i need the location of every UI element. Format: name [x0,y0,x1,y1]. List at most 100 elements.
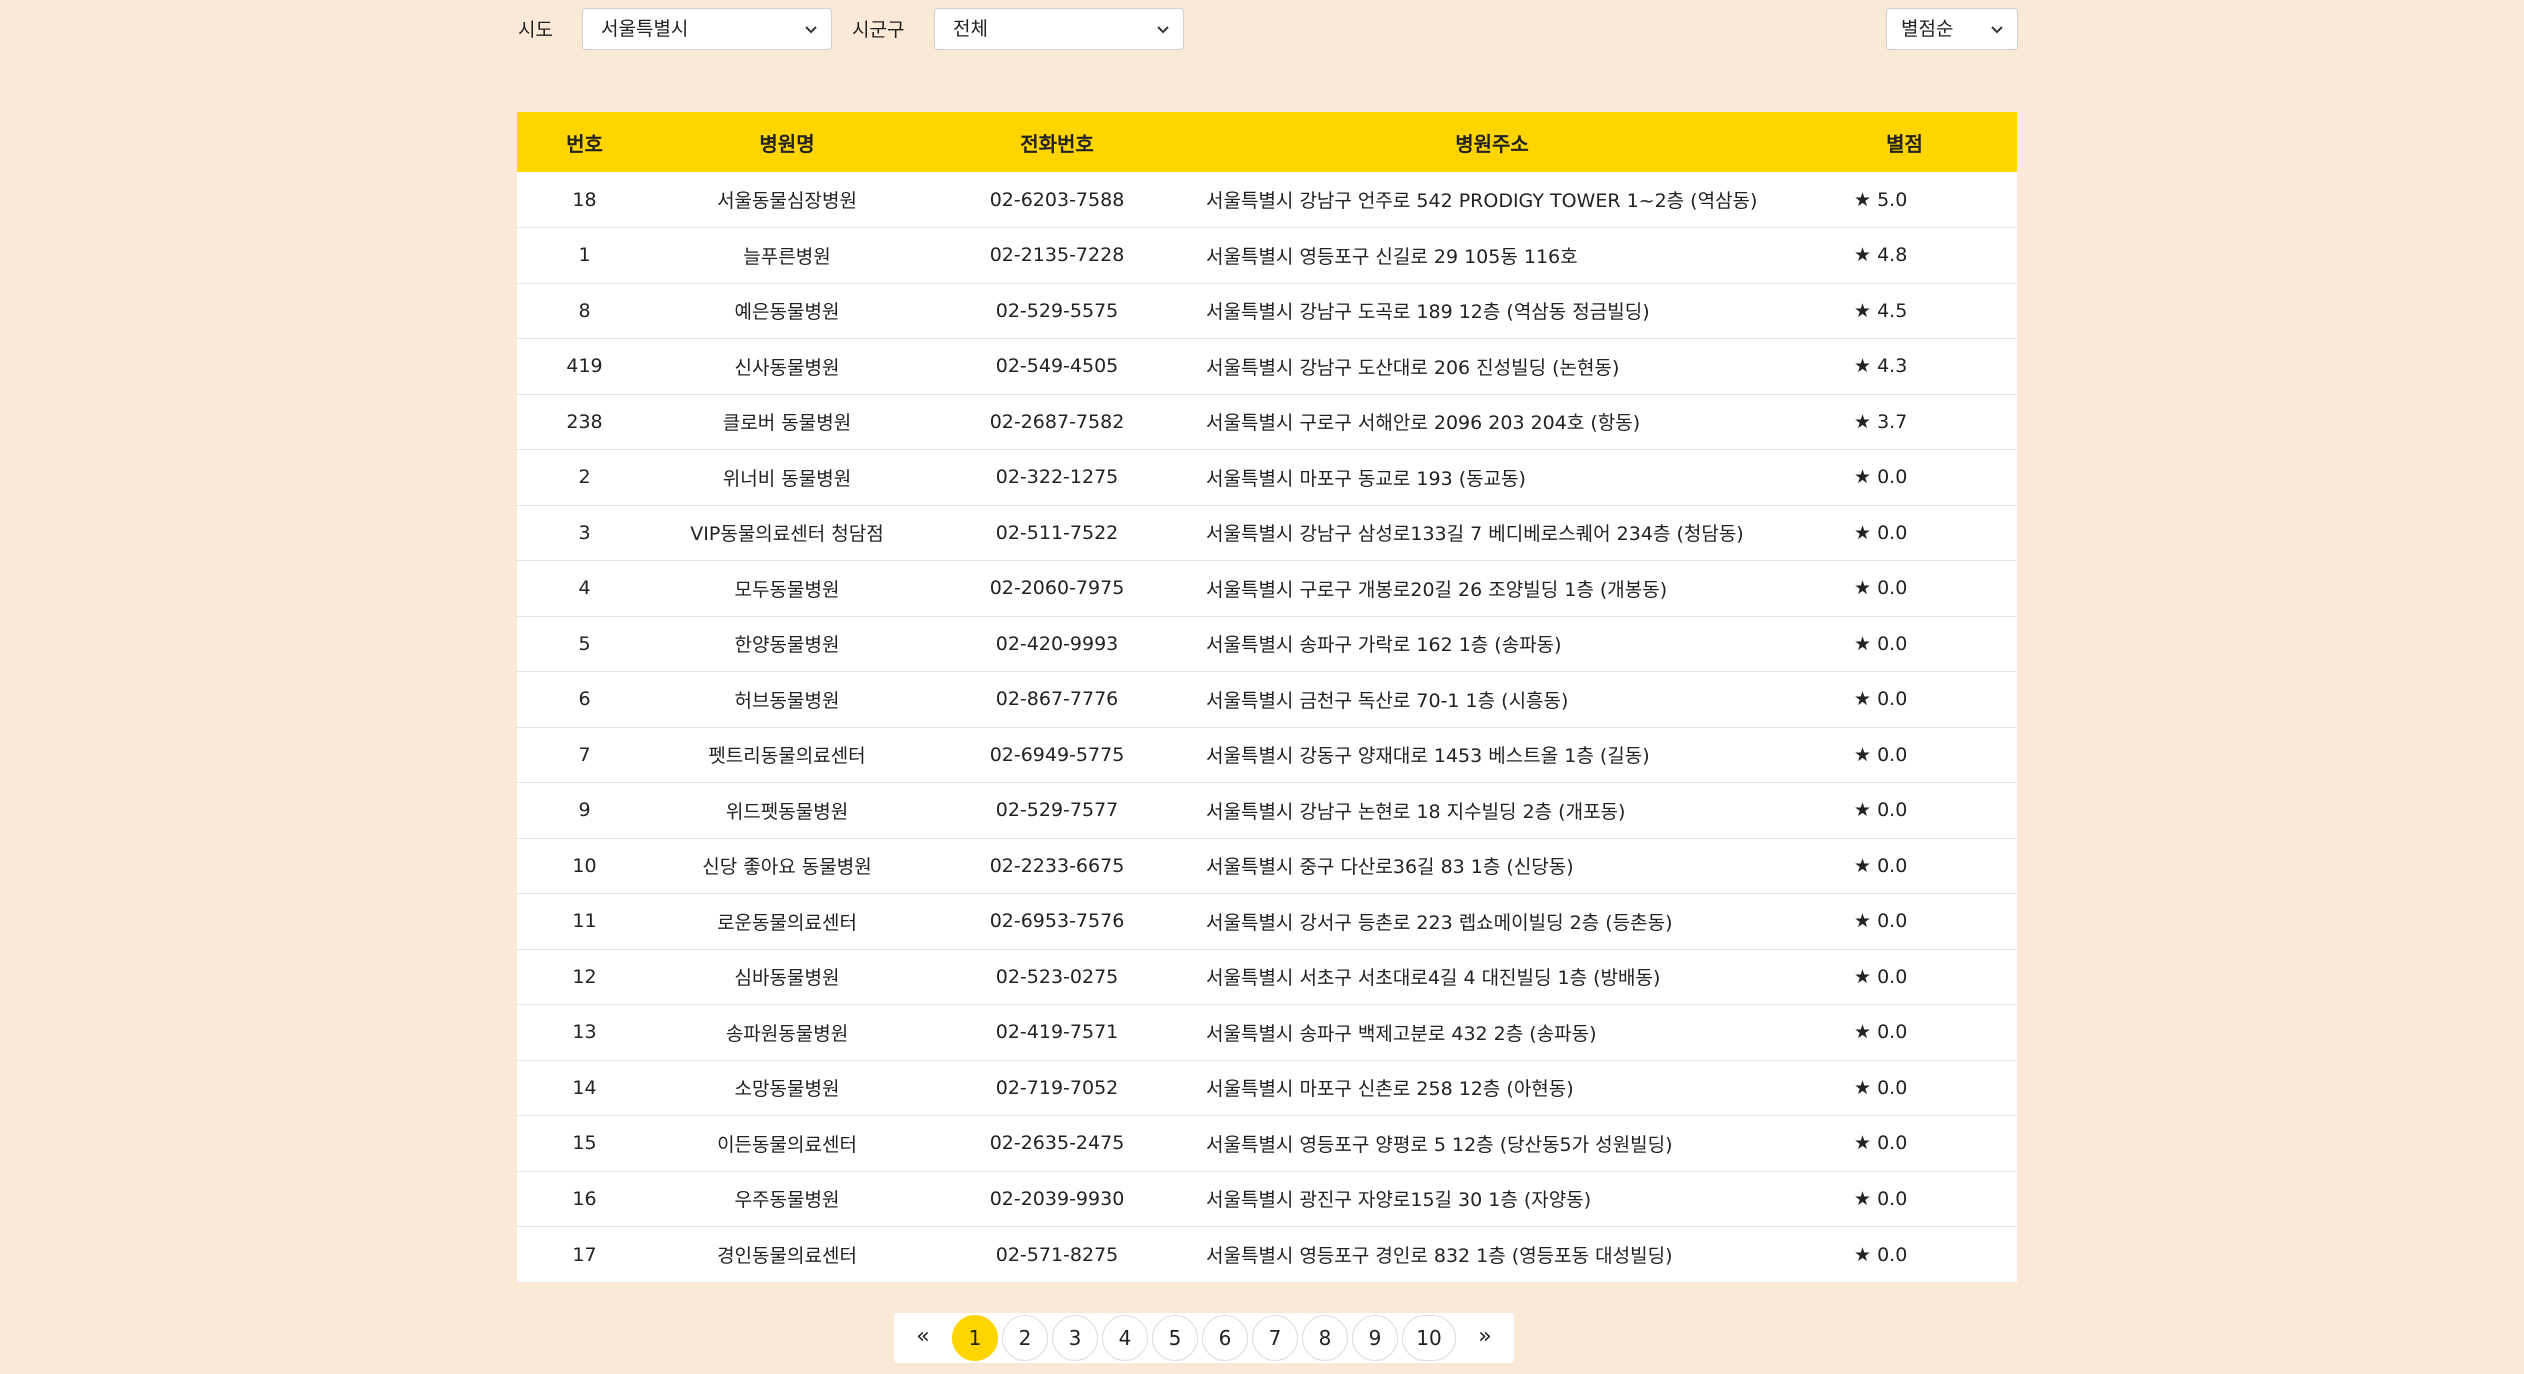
table-header-row: 번호 병원명 전화번호 병원주소 별점 [517,112,2017,172]
page-button-9[interactable]: 9 [1352,1315,1398,1361]
cell-address: 서울특별시 강남구 도산대로 206 진성빌딩 (논현동) [1206,356,1620,379]
last-page-button[interactable]: » [1460,1315,1510,1361]
cell-address: 서울특별시 강남구 도곡로 189 12층 (역삼동 정금빌딩) [1206,301,1650,324]
table-row[interactable]: 16 우주동물병원 02-2039-9930 서울특별시 광진구 자양로15길 30 … [517,1171,2017,1227]
table-row[interactable]: 9 위드펫동물병원 02-529-7577 서울특별시 강남구 논현로 18 지수빌딩… [517,783,2017,838]
column-header-rating[interactable]: 별점 [1792,112,2017,172]
cell-phone: 02-2135-7228 [989,244,1125,267]
cell-hospital-name: 위너비 동물병원 [722,467,852,490]
column-header-name[interactable]: 병원명 [652,112,922,172]
filter-bar: 시도 서울특별시 시군구 전체 별점순 [518,8,2018,52]
sigungu-label: 시군구 [852,19,905,41]
cell-number: 12 [572,965,597,988]
sigungu-select[interactable]: 전체 [934,8,1184,50]
page-button-10[interactable]: 10 [1402,1315,1456,1361]
cell-phone: 02-2635-2475 [989,1132,1125,1155]
first-page-button[interactable]: « [898,1315,948,1361]
cell-rating: ★ 5.0 [1854,188,1908,211]
cell-rating: ★ 4.3 [1854,355,1908,378]
table-row[interactable]: 5 한양동물병원 02-420-9993 서울특별시 송파구 가락로 162 1층 (… [517,616,2017,672]
sort-select[interactable]: 별점순 [1886,8,2018,50]
column-header-address[interactable]: 병원주소 [1192,112,1792,172]
cell-phone: 02-2060-7975 [989,577,1125,600]
page-button-8[interactable]: 8 [1302,1315,1348,1361]
table-row[interactable]: 13 송파원동물병원 02-419-7571 서울특별시 송파구 백제고분로 432 … [517,1005,2017,1060]
table-row[interactable]: 419 신사동물병원 02-549-4505 서울특별시 강남구 도산대로 206 진… [517,339,2017,394]
cell-phone: 02-6949-5775 [989,743,1125,766]
cell-rating: ★ 3.7 [1854,410,1908,433]
table-row[interactable]: 2 위너비 동물병원 02-322-1275 서울특별시 마포구 동교로 193 (동… [517,450,2017,505]
sido-select[interactable]: 서울특별시 [582,8,832,50]
cell-phone: 02-719-7052 [995,1076,1119,1099]
page-button-7[interactable]: 7 [1252,1315,1298,1361]
page-button-2[interactable]: 2 [1002,1315,1048,1361]
cell-hospital-name: 허브동물병원 [734,689,840,712]
sido-label: 시도 [518,19,553,41]
table-row[interactable]: 12 심바동물병원 02-523-0275 서울특별시 서초구 서초대로4길 4 대진… [517,949,2017,1005]
cell-address: 서울특별시 영등포구 경인로 832 1층 (영등포동 대성빌딩) [1206,1245,1673,1267]
table-row[interactable]: 1 늘푸른병원 02-2135-7228 서울특별시 영등포구 신길로 29 105동… [517,228,2017,283]
cell-number: 419 [566,355,603,378]
cell-address: 서울특별시 강서구 등촌로 223 렙쇼메이빌딩 2층 (등촌동) [1206,911,1673,934]
cell-number: 238 [566,410,603,433]
table-row[interactable]: 3 VIP동물의료센터 청담점 02-511-7522 서울특별시 강남구 삼성로13… [517,505,2017,561]
cell-number: 8 [578,299,591,322]
cell-address: 서울특별시 송파구 가락로 162 1층 (송파동) [1206,634,1562,657]
page-button-4[interactable]: 4 [1102,1315,1148,1361]
table-row[interactable]: 11 로운동물의료센터 02-6953-7576 서울특별시 강서구 등촌로 223 … [517,894,2017,949]
cell-phone: 02-420-9993 [995,632,1119,655]
cell-rating: ★ 0.0 [1854,1076,1908,1099]
cell-rating: ★ 0.0 [1854,1243,1908,1266]
sido-select-value: 서울특별시 [601,18,689,40]
cell-hospital-name: 이든동물의료센터 [717,1133,857,1156]
table-row[interactable]: 18 서울동물심장병원 02-6203-7588 서울특별시 강남구 언주로 542 … [517,172,2017,228]
page-number-list: 1 2 3 4 5 6 7 8 9 10 [950,1315,1458,1361]
chevron-down-icon [805,26,817,34]
sort-select-value: 별점순 [1901,18,1954,40]
page-button-1[interactable]: 1 [952,1315,998,1361]
table-row[interactable]: 15 이든동물의료센터 02-2635-2475 서울특별시 영등포구 양평로 5 1… [517,1116,2017,1171]
cell-phone: 02-322-1275 [995,466,1119,489]
cell-phone: 02-6203-7588 [989,188,1125,211]
cell-phone: 02-2687-7582 [989,410,1125,433]
cell-address: 서울특별시 영등포구 신길로 29 105동 116호 [1206,245,1578,268]
table-row[interactable]: 10 신당 좋아요 동물병원 02-2233-6675 서울특별시 중구 다산로36길… [517,838,2017,894]
chevron-down-icon [1157,26,1169,34]
cell-number: 13 [572,1021,597,1044]
page-button-5[interactable]: 5 [1152,1315,1198,1361]
table-row[interactable]: 6 허브동물병원 02-867-7776 서울특별시 금천구 독산로 70-1 1층 … [517,672,2017,727]
cell-phone: 02-529-7577 [995,799,1119,822]
table-row[interactable]: 14 소망동물병원 02-719-7052 서울특별시 마포구 신촌로 258 12층… [517,1060,2017,1116]
cell-rating: ★ 0.0 [1854,688,1908,711]
hospital-table: 번호 병원명 전화번호 병원주소 별점 18 서울동물심장병원 02-6203-75… [517,112,2017,1282]
cell-number: 5 [578,632,591,655]
cell-rating: ★ 0.0 [1854,632,1908,655]
cell-number: 3 [578,521,591,544]
cell-rating: ★ 0.0 [1854,1187,1908,1210]
table-row[interactable]: 7 펫트리동물의료센터 02-6949-5775 서울특별시 강동구 양재대로 145… [517,727,2017,783]
cell-address: 서울특별시 광진구 자양로15길 30 1층 (자양동) [1206,1189,1592,1212]
column-header-number[interactable]: 번호 [517,112,652,172]
cell-hospital-name: 신사동물병원 [734,356,840,379]
cell-address: 서울특별시 강동구 양재대로 1453 베스트올 1층 (길동) [1206,745,1650,768]
cell-number: 11 [572,910,597,933]
cell-phone: 02-529-5575 [995,299,1119,322]
cell-rating: ★ 0.0 [1854,799,1908,822]
cell-hospital-name: 예은동물병원 [734,301,840,324]
table-row[interactable]: 8 예은동물병원 02-529-5575 서울특별시 강남구 도곡로 189 12층 … [517,283,2017,339]
cell-number: 2 [578,466,591,489]
cell-rating: ★ 4.8 [1854,244,1908,267]
cell-address: 서울특별시 마포구 신촌로 258 12층 (아현동) [1206,1078,1574,1101]
pagination: « 1 2 3 4 5 6 7 8 9 10 » [894,1313,1514,1363]
cell-hospital-name: 우주동물병원 [734,1189,840,1212]
table-row[interactable]: 238 클로버 동물병원 02-2687-7582 서울특별시 구로구 서해안로 20… [517,394,2017,450]
column-header-phone[interactable]: 전화번호 [922,112,1192,172]
cell-phone: 02-523-0275 [995,965,1119,988]
cell-address: 서울특별시 송파구 백제고분로 432 2층 (송파동) [1206,1022,1597,1045]
page-button-6[interactable]: 6 [1202,1315,1248,1361]
cell-hospital-name: 경인동물의료센터 [717,1245,857,1267]
table-row[interactable]: 17 경인동물의료센터 02-571-8275 서울특별시 영등포구 경인로 832 … [517,1227,2017,1283]
cell-address: 서울특별시 강남구 논현로 18 지수빌딩 2층 (개포동) [1206,800,1626,823]
page-button-3[interactable]: 3 [1052,1315,1098,1361]
table-row[interactable]: 4 모두동물병원 02-2060-7975 서울특별시 구로구 개봉로20길 26 조… [517,561,2017,616]
